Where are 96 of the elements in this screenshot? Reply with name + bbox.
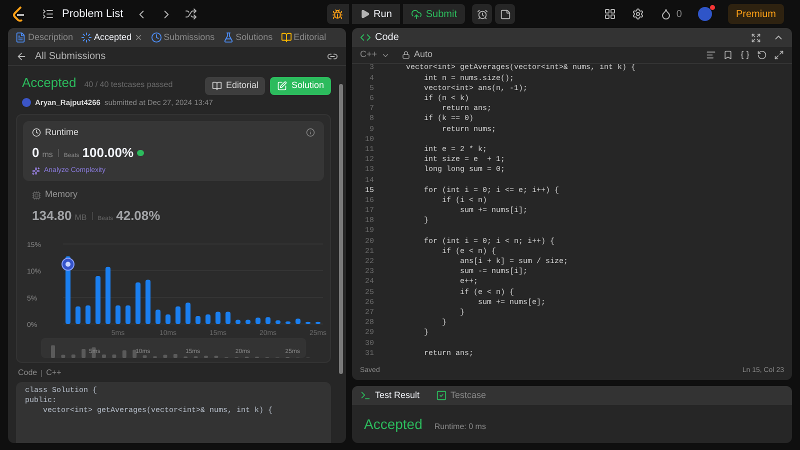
panel-tab[interactable]: Accepted — [78, 28, 146, 47]
bar[interactable] — [186, 302, 190, 324]
bar[interactable] — [236, 320, 240, 324]
beats-badge-icon — [136, 150, 144, 156]
back-arrow-icon[interactable] — [16, 50, 27, 62]
terminal-icon — [360, 390, 371, 401]
code-icon — [360, 32, 371, 43]
bar[interactable] — [116, 306, 120, 324]
panel-tab[interactable]: Solutions — [220, 28, 276, 47]
metric-value: 134.80 — [32, 206, 72, 225]
bar[interactable] — [146, 280, 150, 324]
bar[interactable] — [296, 318, 300, 324]
bar[interactable] — [256, 318, 260, 324]
bar[interactable] — [166, 314, 170, 324]
run-button[interactable]: Run — [352, 4, 400, 24]
bar[interactable] — [316, 322, 320, 324]
fullscreen-icon[interactable] — [751, 32, 761, 42]
avatar[interactable] — [698, 7, 712, 21]
bar[interactable] — [86, 306, 90, 324]
bar[interactable] — [306, 322, 310, 324]
bar[interactable] — [126, 306, 130, 324]
reset-icon[interactable] — [757, 50, 767, 60]
editorial-button[interactable]: Editorial — [204, 77, 266, 95]
language-label: C++ — [46, 367, 62, 380]
alarm-clock-icon — [476, 8, 488, 20]
debug-button[interactable] — [326, 4, 349, 24]
metric-title: Memory — [45, 188, 78, 202]
book-icon — [212, 81, 222, 91]
problem-list-link[interactable]: Problem List — [62, 6, 124, 22]
streak-count: 0 — [676, 8, 682, 22]
testcases-text: 40 / 40 testcases passed — [84, 79, 173, 91]
lock-icon — [402, 51, 410, 59]
bar[interactable] — [176, 306, 180, 324]
bar[interactable] — [76, 306, 80, 324]
bar[interactable] — [96, 276, 100, 324]
editor-title: Code — [375, 31, 400, 45]
shuffle-icon[interactable] — [185, 8, 198, 20]
document-icon — [15, 32, 26, 43]
bar[interactable] — [246, 320, 250, 324]
beats-value: 100.00% — [82, 144, 134, 162]
grid-icon[interactable] — [604, 8, 616, 20]
code-label: Code — [18, 367, 38, 380]
expand-icon[interactable] — [774, 50, 784, 60]
alarm-button[interactable] — [472, 4, 492, 24]
bar[interactable] — [276, 320, 280, 324]
edit-icon — [277, 81, 288, 91]
close-icon[interactable] — [134, 33, 143, 42]
drop-icon[interactable] — [660, 8, 672, 20]
sparkle-icon — [32, 167, 40, 175]
premium-button[interactable]: Premium — [728, 4, 784, 24]
mode-label: Auto — [414, 48, 434, 62]
bar[interactable] — [206, 314, 210, 324]
clock-icon — [150, 32, 162, 43]
format-icon[interactable] — [706, 50, 716, 60]
flask-icon — [222, 32, 234, 43]
bar[interactable] — [216, 312, 220, 324]
result-runtime: Runtime: 0 ms — [434, 421, 486, 433]
chip-icon — [32, 190, 41, 200]
play-icon — [360, 9, 370, 19]
language-selector[interactable]: C++ — [360, 48, 378, 62]
metric-title: Runtime — [45, 126, 79, 139]
metric-unit: MB — [74, 212, 87, 224]
panel-tab[interactable]: Submissions — [148, 28, 218, 47]
bar[interactable] — [136, 282, 140, 324]
panel-tab[interactable]: Description — [12, 28, 76, 47]
metric-value: 0 — [32, 144, 40, 162]
clock-icon — [32, 128, 41, 137]
result-status: Accepted — [364, 415, 422, 434]
bookmark-icon[interactable] — [723, 50, 733, 60]
bar[interactable] — [226, 312, 230, 324]
submit-button[interactable]: Submit — [402, 4, 466, 24]
metric-unit: ms — [42, 149, 53, 162]
result-tab[interactable]: Test Result — [356, 388, 424, 402]
scrollbar-thumb[interactable] — [339, 84, 343, 374]
bug-icon — [332, 8, 344, 20]
all-submissions-link[interactable]: All Submissions — [35, 48, 327, 64]
spinner-icon — [81, 32, 92, 43]
user-avatar — [22, 98, 31, 107]
beats-value: 42.08% — [116, 206, 160, 225]
note-icon — [500, 8, 511, 20]
book-icon — [280, 32, 292, 43]
braces-icon[interactable] — [740, 50, 750, 60]
bar[interactable] — [286, 322, 290, 324]
cloud-upload-icon — [410, 8, 422, 20]
settings-icon[interactable] — [632, 8, 644, 20]
bar[interactable] — [156, 310, 160, 324]
panel-tab[interactable]: Editorial — [278, 28, 330, 47]
info-icon[interactable] — [306, 128, 315, 137]
result-tab[interactable]: Testcase — [432, 388, 490, 402]
note-button[interactable] — [495, 4, 516, 24]
checkbox-icon — [436, 390, 447, 401]
bar[interactable] — [196, 316, 200, 324]
logo-icon[interactable] — [12, 6, 26, 22]
status-text: Accepted — [22, 74, 76, 92]
bar[interactable] — [266, 317, 270, 324]
list-icon[interactable] — [42, 8, 54, 20]
